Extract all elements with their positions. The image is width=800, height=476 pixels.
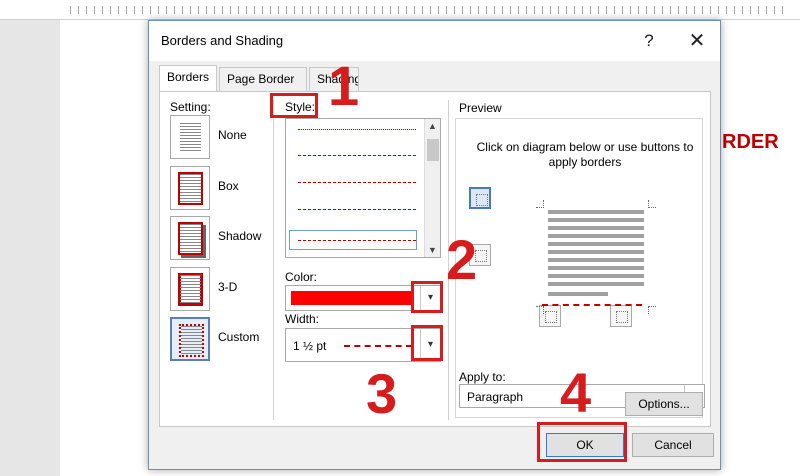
style-option[interactable] <box>298 129 416 130</box>
ruler-ticks <box>70 6 790 14</box>
help-icon[interactable]: ? <box>637 29 661 53</box>
top-border-button[interactable] <box>469 187 491 209</box>
tab-page-border-label: Page Border <box>227 72 295 86</box>
setting-label: Setting: <box>170 100 211 114</box>
setting-none-label: None <box>218 128 247 142</box>
document-text: RDER <box>722 131 779 153</box>
divider <box>273 100 274 420</box>
borders-and-shading-dialog: Borders and Shading ? ✕ Borders Page Bor… <box>148 20 721 470</box>
style-list[interactable]: ▲ ▼ <box>285 118 441 258</box>
scroll-down-icon[interactable]: ▼ <box>428 245 437 255</box>
step-number: 1 <box>328 54 360 117</box>
border-3d-icon <box>170 267 210 311</box>
tab-borders-label: Borders <box>167 70 210 84</box>
highlight-ok-button <box>537 422 627 462</box>
horizontal-ruler <box>0 0 800 20</box>
setting-shadow-label: Shadow <box>218 229 262 243</box>
style-option-selected[interactable] <box>289 230 417 250</box>
highlight-color-dropdown <box>411 281 443 313</box>
setting-custom-label: Custom <box>218 330 260 344</box>
setting-none[interactable]: None <box>170 115 270 159</box>
preview-instruction: Click on diagram below or use buttons to… <box>476 140 694 169</box>
setting-3d[interactable]: 3-D <box>170 267 270 311</box>
width-label: Width: <box>285 312 320 326</box>
style-option[interactable] <box>298 209 416 210</box>
options-button[interactable]: Options... <box>625 392 703 416</box>
setting-box[interactable]: Box <box>170 166 270 210</box>
preview-bottom-border <box>542 304 642 306</box>
highlight-style-label <box>270 93 318 118</box>
scroll-thumb[interactable] <box>427 139 439 161</box>
preview-text-line <box>548 292 608 296</box>
width-line-sample <box>344 345 412 347</box>
dialog-title: Borders and Shading <box>161 33 284 48</box>
preview-label: Preview <box>459 101 502 115</box>
width-value: 1 ½ pt <box>293 339 327 353</box>
border-none-icon <box>170 115 210 159</box>
color-label: Color: <box>285 270 318 284</box>
border-shadow-icon <box>170 216 210 260</box>
style-option[interactable] <box>298 182 416 183</box>
style-option[interactable] <box>298 155 416 156</box>
step-number: 3 <box>366 362 398 425</box>
apply-to-label: Apply to: <box>459 370 506 384</box>
close-icon[interactable]: ✕ <box>685 29 709 53</box>
setting-3d-label: 3-D <box>218 280 238 294</box>
tab-page-border[interactable]: Page Border <box>219 67 307 91</box>
step-number: 4 <box>560 361 592 424</box>
setting-custom[interactable]: Custom <box>170 317 270 361</box>
preview-diagram[interactable] <box>536 200 656 340</box>
scroll-up-icon[interactable]: ▲ <box>428 121 437 131</box>
style-scrollbar[interactable]: ▲ ▼ <box>424 119 440 257</box>
step-number: 2 <box>446 228 478 291</box>
tab-borders[interactable]: Borders <box>159 65 217 92</box>
apply-to-value: Paragraph <box>467 390 524 404</box>
border-box-icon <box>170 166 210 210</box>
setting-shadow[interactable]: Shadow <box>170 216 270 260</box>
border-custom-icon <box>170 317 210 361</box>
borders-tab-panel: Setting: None Box Shadow 3-D Custom Styl… <box>159 91 711 427</box>
cancel-button[interactable]: Cancel <box>632 433 714 457</box>
color-swatch <box>291 291 413 305</box>
highlight-width-dropdown <box>411 325 443 361</box>
preview-text-lines <box>548 210 644 290</box>
dialog-titlebar: Borders and Shading ? ✕ <box>149 21 720 61</box>
setting-box-label: Box <box>218 179 239 193</box>
